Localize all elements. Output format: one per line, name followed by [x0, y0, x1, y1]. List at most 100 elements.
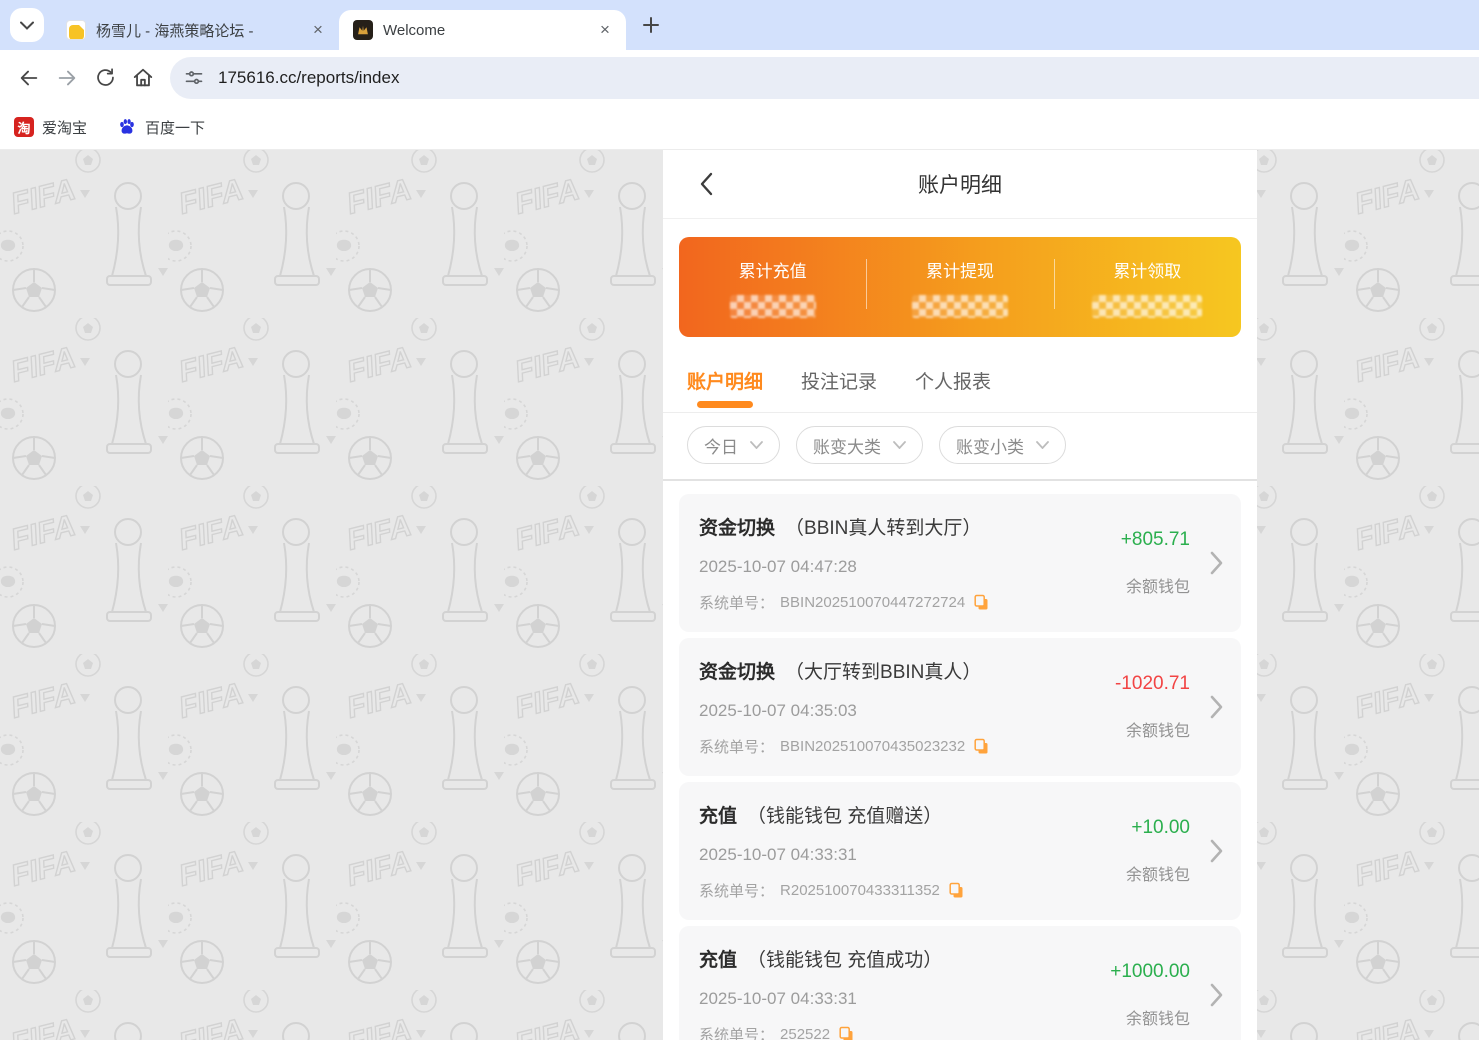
stat-total-deposit: 累计充值	[679, 237, 866, 337]
chevron-right-icon	[1210, 983, 1223, 1007]
transaction-row[interactable]: 充值 （钱能钱包 充值成功） 2025-10-07 04:33:31 系统单号： 2…	[679, 926, 1241, 1040]
chevron-right-icon	[1210, 839, 1223, 863]
transaction-row[interactable]: 资金切换 （BBIN真人转到大厅） 2025-10-07 04:47:28 系统单…	[679, 494, 1241, 632]
new-tab-button[interactable]	[636, 10, 666, 40]
transaction-type: 充值	[699, 806, 738, 827]
stat-label: 累计提现	[925, 261, 994, 281]
copy-icon[interactable]	[973, 594, 990, 611]
transaction-detail: （大厅转到BBIN真人）	[785, 662, 982, 683]
order-label: 系统单号：	[699, 883, 775, 900]
transaction-wallet: 余额钱包	[1125, 723, 1190, 740]
filter-major-type-dropdown[interactable]: 账变大类	[796, 426, 923, 464]
close-icon[interactable]: ×	[307, 19, 329, 41]
order-number: 252522	[780, 1026, 831, 1040]
tab-personal-report[interactable]: 个人报表	[915, 367, 991, 394]
tune-icon	[185, 70, 203, 84]
account-detail-panel: 账户明细 累计充值 累计提现 累计领取 账户明细 投注记录 个人报表 今日 账变…	[663, 150, 1257, 1040]
chevron-down-icon	[750, 441, 763, 449]
reload-icon	[96, 68, 114, 86]
transaction-amount: +805.71	[1120, 529, 1190, 550]
tab-bet-records[interactable]: 投注记录	[801, 367, 877, 394]
totals-card: 累计充值 累计提现 累计领取	[679, 237, 1241, 337]
chevron-left-icon	[700, 172, 712, 196]
copy-icon[interactable]	[948, 882, 965, 899]
browser-toolbar: 175616.cc/reports/index	[0, 50, 1479, 105]
close-icon[interactable]: ×	[594, 19, 616, 41]
panel-header: 账户明细	[663, 150, 1257, 219]
filter-label: 账变小类	[956, 437, 1024, 457]
filter-label: 今日	[704, 437, 738, 457]
transaction-wallet: 余额钱包	[1125, 579, 1190, 596]
reload-button[interactable]	[86, 59, 124, 97]
tab-title: Welcome	[383, 21, 446, 39]
transaction-amount: +1000.00	[1110, 961, 1190, 982]
transaction-type: 资金切换	[699, 518, 776, 539]
transaction-detail: （BBIN真人转到大厅）	[785, 518, 982, 539]
forward-arrow-icon	[58, 70, 76, 85]
transaction-right: +805.71 余额钱包	[1121, 494, 1190, 632]
site-settings-button[interactable]	[178, 62, 210, 94]
taobao-icon: 淘	[14, 117, 34, 137]
bookmark-label: 百度一下	[145, 119, 206, 137]
transaction-amount: -1020.71	[1114, 673, 1190, 694]
filter-date-dropdown[interactable]: 今日	[687, 426, 780, 464]
transaction-detail: （钱能钱包 充值赠送）	[747, 806, 943, 827]
address-bar[interactable]: 175616.cc/reports/index	[170, 56, 1479, 99]
chevron-down-icon	[1036, 441, 1049, 449]
transaction-right: -1020.71 余额钱包	[1115, 638, 1190, 776]
tab-search-button[interactable]	[10, 8, 44, 42]
stat-label: 累计领取	[1113, 261, 1182, 281]
transaction-amount: +10.00	[1131, 817, 1190, 838]
chevron-down-icon	[893, 441, 906, 449]
filter-minor-type-dropdown[interactable]: 账变小类	[939, 426, 1066, 464]
transaction-list: 资金切换 （BBIN真人转到大厅） 2025-10-07 04:47:28 系统单…	[663, 481, 1257, 1040]
bookmark-baidu[interactable]: 百度一下	[117, 117, 205, 138]
masked-value	[729, 294, 816, 318]
home-icon	[133, 68, 153, 86]
order-number: BBIN202510070435023232	[780, 738, 966, 755]
back-button[interactable]	[10, 59, 48, 97]
chevron-right-icon	[1210, 695, 1223, 719]
masked-value	[1092, 294, 1203, 318]
order-number: R202510070433311352	[780, 882, 940, 899]
forum-favicon-icon	[66, 20, 86, 40]
copy-icon[interactable]	[973, 738, 990, 755]
bookmark-label: 爱淘宝	[42, 119, 88, 137]
order-number: BBIN202510070447272724	[780, 594, 966, 611]
welcome-favicon-icon	[353, 20, 373, 40]
chevron-down-icon	[20, 21, 34, 30]
browser-tab-welcome[interactable]: Welcome ×	[339, 10, 626, 50]
transaction-row[interactable]: 资金切换 （大厅转到BBIN真人） 2025-10-07 04:35:03 系统单…	[679, 638, 1241, 776]
report-tabs: 账户明细 投注记录 个人报表	[663, 367, 1257, 413]
url-text: 175616.cc/reports/index	[218, 67, 400, 87]
transaction-row[interactable]: 充值 （钱能钱包 充值赠送） 2025-10-07 04:33:31 系统单号： R…	[679, 782, 1241, 920]
order-label: 系统单号：	[699, 595, 775, 612]
back-arrow-icon	[20, 70, 38, 85]
page-background: FIFA	[0, 150, 1479, 1040]
browser-tab-forum[interactable]: 杨雪儿 - 海燕策略论坛 - ×	[52, 10, 339, 50]
forward-button[interactable]	[48, 59, 86, 97]
bookmarks-bar: 淘 爱淘宝 百度一下	[0, 105, 1479, 150]
transaction-detail: （钱能钱包 充值成功）	[747, 950, 943, 971]
stat-total-withdraw: 累计提现	[866, 237, 1053, 337]
copy-icon[interactable]	[838, 1026, 855, 1040]
order-label: 系统单号：	[699, 739, 775, 756]
masked-value	[911, 294, 1008, 318]
transaction-right: +10.00 余额钱包	[1126, 782, 1190, 920]
browser-tab-strip: 杨雪儿 - 海燕策略论坛 - × Welcome ×	[0, 0, 1479, 50]
back-button-page[interactable]	[691, 169, 721, 199]
transaction-type: 资金切换	[699, 662, 776, 683]
transaction-type: 充值	[699, 950, 738, 971]
transaction-right: +1000.00 余额钱包	[1110, 926, 1190, 1040]
stat-label: 累计充值	[738, 261, 807, 281]
filter-label: 账变大类	[813, 437, 881, 457]
tab-account-detail[interactable]: 账户明细	[687, 367, 763, 394]
order-label: 系统单号：	[699, 1027, 775, 1040]
filters-row: 今日 账变大类 账变小类	[663, 413, 1257, 481]
home-button[interactable]	[124, 59, 162, 97]
page-title: 账户明细	[918, 174, 1002, 197]
chevron-right-icon	[1210, 551, 1223, 575]
bookmark-aitaobao[interactable]: 淘 爱淘宝	[14, 117, 87, 138]
baidu-paw-icon	[120, 119, 134, 134]
plus-icon	[643, 17, 659, 33]
